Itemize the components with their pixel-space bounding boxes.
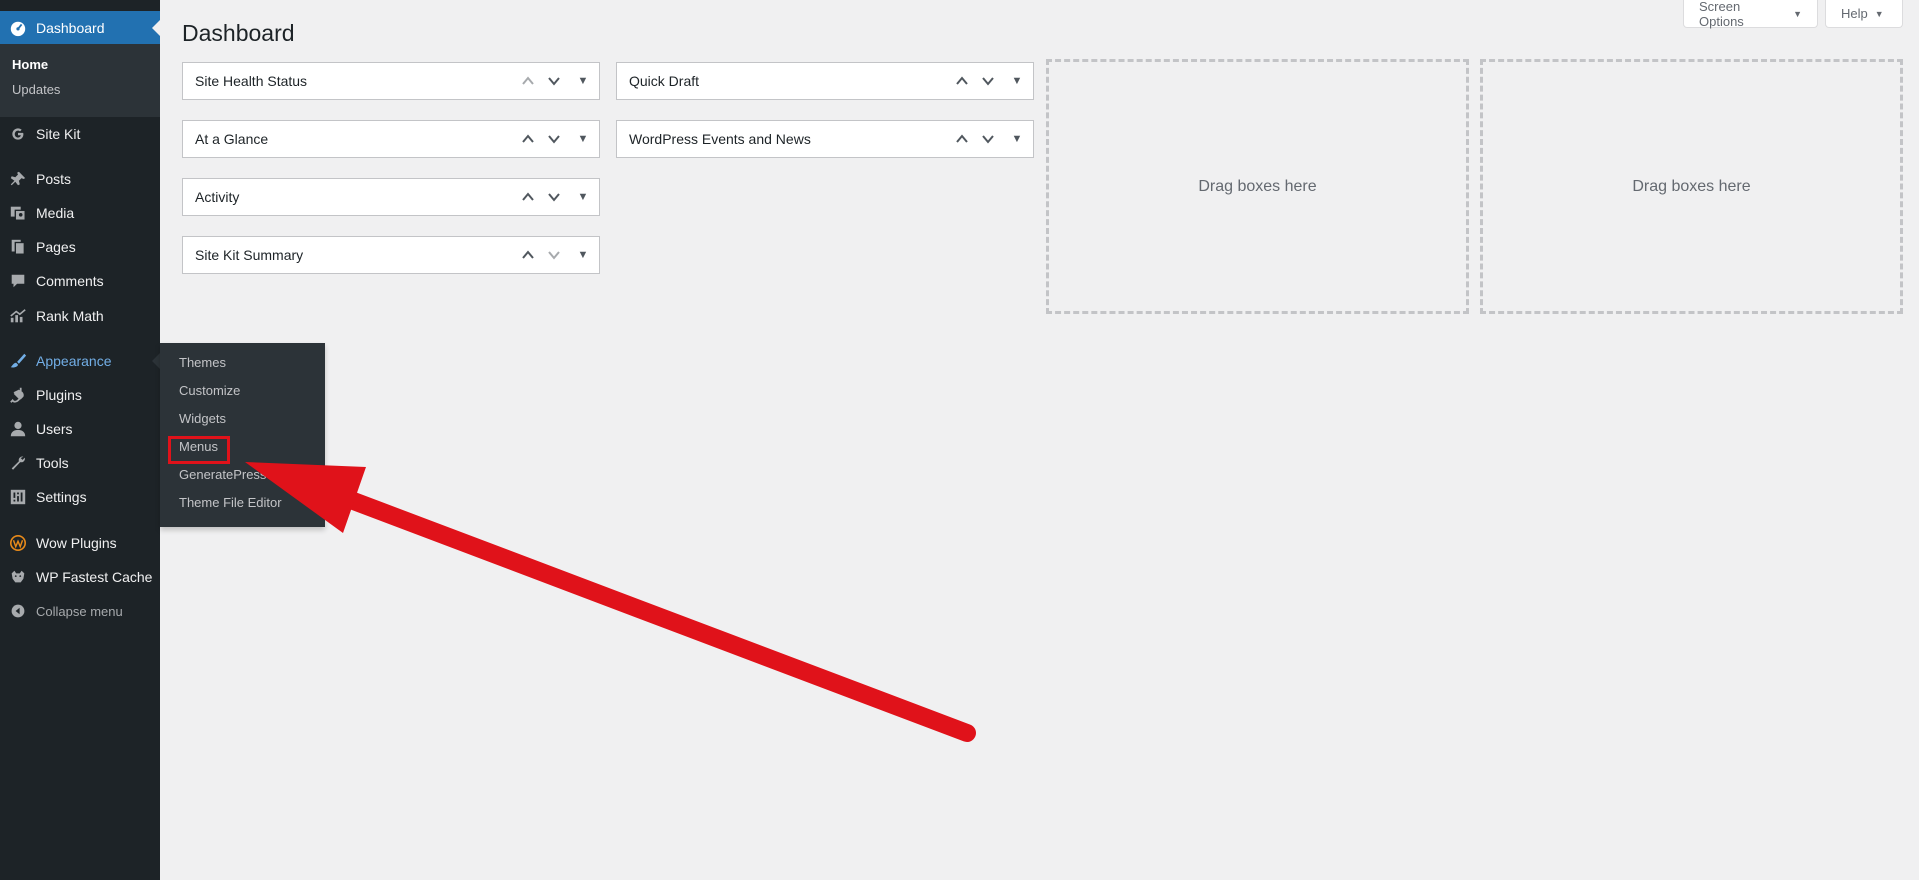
pushpin-icon: [0, 170, 36, 188]
move-down-icon[interactable]: [541, 179, 567, 215]
widget-site-health-status: Site Health Status ▼: [182, 62, 600, 100]
menu-users-label: Users: [36, 421, 73, 437]
rank-math-icon: [0, 307, 36, 325]
toggle-panel-icon[interactable]: ▼: [1001, 63, 1033, 99]
widget-site-kit-summary: Site Kit Summary ▼: [182, 236, 600, 274]
menu-plugins[interactable]: Plugins: [0, 378, 160, 412]
flyout-widgets[interactable]: Widgets: [160, 405, 325, 433]
menu-comments-label: Comments: [36, 273, 104, 289]
collapse-arrow-icon: [0, 603, 36, 619]
move-down-icon[interactable]: [975, 63, 1001, 99]
move-down-icon[interactable]: [541, 121, 567, 157]
toggle-panel-icon[interactable]: ▼: [567, 63, 599, 99]
move-down-icon[interactable]: [541, 237, 567, 273]
menu-site-kit-label: Site Kit: [36, 126, 81, 142]
widget-at-a-glance: At a Glance ▼: [182, 120, 600, 158]
menu-wow-plugins[interactable]: Wow Plugins: [0, 526, 160, 560]
menu-comments[interactable]: Comments: [0, 264, 160, 298]
move-up-icon[interactable]: [949, 63, 975, 99]
screen-options-button[interactable]: Screen Options ▼: [1683, 0, 1818, 29]
dashboard-icon: [0, 19, 36, 37]
submenu-updates[interactable]: Updates: [0, 77, 160, 102]
screen-options-label: Screen Options: [1699, 0, 1744, 29]
move-down-icon[interactable]: [975, 121, 1001, 157]
wrench-icon: [0, 454, 36, 472]
collapse-menu-label: Collapse menu: [36, 603, 123, 619]
move-up-icon[interactable]: [515, 63, 541, 99]
google-g-icon: [0, 125, 36, 143]
menu-tools-label: Tools: [36, 455, 69, 471]
help-label: Help: [1841, 6, 1868, 21]
menu-wow-plugins-label: Wow Plugins: [36, 535, 117, 551]
pages-icon: [0, 238, 36, 256]
toggle-panel-icon[interactable]: ▼: [1001, 121, 1033, 157]
paintbrush-icon: [0, 352, 36, 370]
caret-down-icon: ▼: [1793, 8, 1802, 19]
menu-users[interactable]: Users: [0, 412, 160, 446]
menu-settings-label: Settings: [36, 489, 87, 505]
menu-pages[interactable]: Pages: [0, 230, 160, 264]
help-button[interactable]: Help ▼: [1825, 0, 1903, 28]
drop-zone-label: Drag boxes here: [1632, 177, 1751, 195]
submenu-home[interactable]: Home: [0, 52, 160, 77]
menu-media[interactable]: Media: [0, 196, 160, 230]
move-down-icon[interactable]: [541, 63, 567, 99]
menu-site-kit[interactable]: Site Kit: [0, 117, 160, 151]
widget-wordpress-events-and-news: WordPress Events and News ▼: [616, 120, 1034, 158]
drop-zone-label: Drag boxes here: [1198, 177, 1317, 195]
menu-plugins-label: Plugins: [36, 387, 82, 403]
move-up-icon[interactable]: [515, 179, 541, 215]
drop-zone-column-4: Drag boxes here: [1480, 59, 1903, 314]
menu-wp-fastest-cache-label: WP Fastest Cache: [36, 569, 153, 585]
menu-rank-math[interactable]: Rank Math: [0, 299, 160, 333]
user-icon: [0, 420, 36, 438]
menu-media-label: Media: [36, 205, 75, 221]
drop-zone-column-3: Drag boxes here: [1046, 59, 1469, 314]
cheetah-icon: [0, 568, 36, 586]
toggle-panel-icon[interactable]: ▼: [567, 237, 599, 273]
menu-dashboard-label: Dashboard: [36, 20, 105, 36]
flyout-generatepress[interactable]: GeneratePress: [160, 461, 325, 489]
menu-pages-label: Pages: [36, 239, 76, 255]
caret-down-icon: ▼: [1874, 8, 1884, 19]
page-title: Dashboard: [182, 20, 295, 46]
menu-dashboard[interactable]: Dashboard: [0, 11, 160, 45]
widget-quick-draft: Quick Draft ▼: [616, 62, 1034, 100]
comment-bubble-icon: [0, 272, 36, 290]
menu-settings[interactable]: Settings: [0, 480, 160, 514]
plug-icon: [0, 386, 36, 404]
menu-posts-label: Posts: [36, 171, 72, 187]
admin-sidebar: Dashboard Home Updates Site Kit Posts Me…: [0, 0, 160, 880]
widget-title: Quick Draft: [629, 73, 700, 89]
collapse-menu-button[interactable]: Collapse menu: [0, 594, 160, 628]
menu-tools[interactable]: Tools: [0, 446, 160, 480]
flyout-customize[interactable]: Customize: [160, 377, 325, 405]
widget-title: Activity: [195, 189, 240, 205]
menu-posts[interactable]: Posts: [0, 162, 160, 196]
settings-sliders-icon: [0, 488, 36, 506]
widget-title: WordPress Events and News: [629, 131, 811, 147]
move-up-icon[interactable]: [515, 121, 541, 157]
appearance-flyout-submenu: Themes Customize Widgets Menus GenerateP…: [160, 343, 325, 527]
menu-appearance-label: Appearance: [36, 353, 112, 369]
dashboard-submenu: Home Updates: [0, 44, 160, 117]
menu-wp-fastest-cache[interactable]: WP Fastest Cache: [0, 560, 160, 594]
flyout-menus[interactable]: Menus: [160, 433, 325, 461]
toggle-panel-icon[interactable]: ▼: [567, 121, 599, 157]
media-icon: [0, 204, 36, 222]
widget-title: Site Health Status: [195, 73, 308, 89]
menu-appearance[interactable]: Appearance: [0, 344, 160, 378]
wow-plugins-icon: [0, 534, 36, 552]
move-up-icon[interactable]: [515, 237, 541, 273]
move-up-icon[interactable]: [949, 121, 975, 157]
flyout-themes[interactable]: Themes: [160, 349, 325, 377]
flyout-theme-file-editor[interactable]: Theme File Editor: [160, 489, 325, 517]
widget-title: At a Glance: [195, 131, 269, 147]
menu-rank-math-label: Rank Math: [36, 308, 104, 324]
toggle-panel-icon[interactable]: ▼: [567, 179, 599, 215]
widget-title: Site Kit Summary: [195, 247, 304, 263]
widget-activity: Activity ▼: [182, 178, 600, 216]
